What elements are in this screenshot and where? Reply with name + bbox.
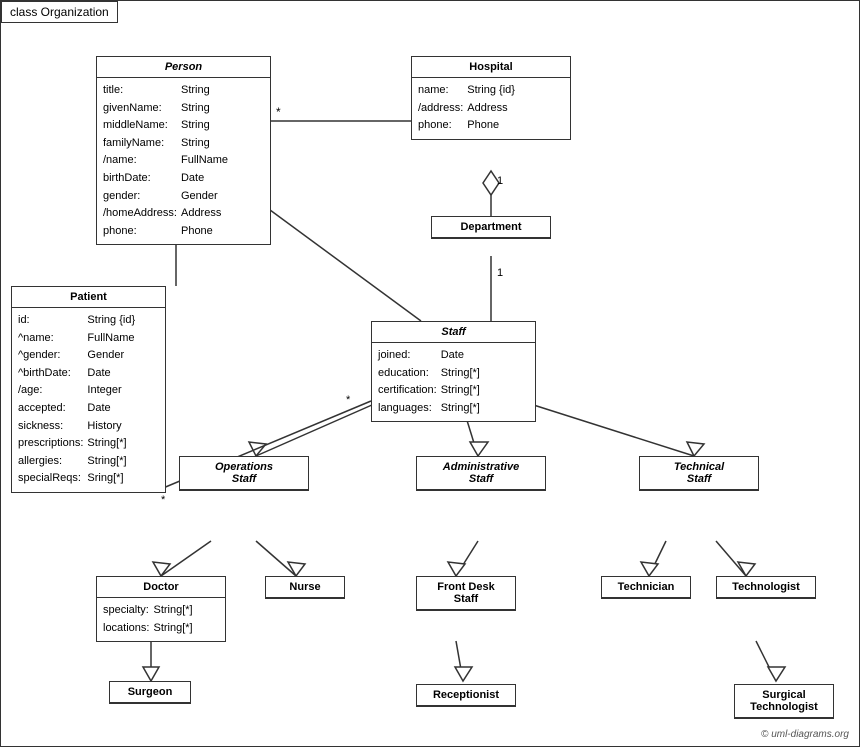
operations-staff-box: Operations Staff [179, 456, 309, 491]
patient-title: Patient [12, 287, 165, 308]
receptionist-title: Receptionist [417, 685, 515, 706]
doctor-box: Doctor specialty:String[*] locations:Str… [96, 576, 226, 642]
front-desk-staff-box: Front Desk Staff [416, 576, 516, 611]
technical-staff-title: Technical Staff [640, 457, 758, 490]
copyright: © uml-diagrams.org [761, 729, 849, 740]
svg-text:*: * [346, 394, 351, 406]
staff-box: Staff joined:Date education:String[*] ce… [371, 321, 536, 422]
staff-attrs: joined:Date education:String[*] certific… [372, 343, 535, 421]
svg-text:1: 1 [497, 175, 503, 187]
administrative-staff-title: Administrative Staff [417, 457, 545, 490]
doctor-title: Doctor [97, 577, 225, 598]
technician-box: Technician [601, 576, 691, 599]
technical-staff-box: Technical Staff [639, 456, 759, 491]
nurse-title: Nurse [266, 577, 344, 598]
surgical-technologist-box: Surgical Technologist [734, 684, 834, 719]
technologist-box: Technologist [716, 576, 816, 599]
person-box: Person title:String givenName:String mid… [96, 56, 271, 245]
doctor-attrs: specialty:String[*] locations:String[*] [97, 598, 225, 641]
svg-text:*: * [161, 494, 166, 506]
front-desk-staff-title: Front Desk Staff [417, 577, 515, 610]
staff-title: Staff [372, 322, 535, 343]
receptionist-box: Receptionist [416, 684, 516, 707]
svg-text:*: * [276, 105, 281, 119]
surgeon-title: Surgeon [110, 682, 190, 703]
hospital-box: Hospital name:String {id} /address:Addre… [411, 56, 571, 140]
patient-attrs: id:String {id} ^name:FullName ^gender:Ge… [12, 308, 165, 492]
surgeon-box: Surgeon [109, 681, 191, 704]
surgical-technologist-title: Surgical Technologist [735, 685, 833, 718]
administrative-staff-box: Administrative Staff [416, 456, 546, 491]
operations-staff-title: Operations Staff [180, 457, 308, 490]
department-box: Department [431, 216, 551, 239]
technologist-title: Technologist [717, 577, 815, 598]
diagram-container: class Organization * 1 * 1 * [0, 0, 860, 747]
svg-text:1: 1 [497, 267, 503, 279]
diagram-title: class Organization [1, 1, 118, 23]
department-title: Department [432, 217, 550, 238]
patient-box: Patient id:String {id} ^name:FullName ^g… [11, 286, 166, 493]
hospital-attrs: name:String {id} /address:Address phone:… [412, 78, 570, 139]
person-title: Person [97, 57, 270, 78]
hospital-title: Hospital [412, 57, 570, 78]
technician-title: Technician [602, 577, 690, 598]
nurse-box: Nurse [265, 576, 345, 599]
person-attrs: title:String givenName:String middleName… [97, 78, 270, 244]
